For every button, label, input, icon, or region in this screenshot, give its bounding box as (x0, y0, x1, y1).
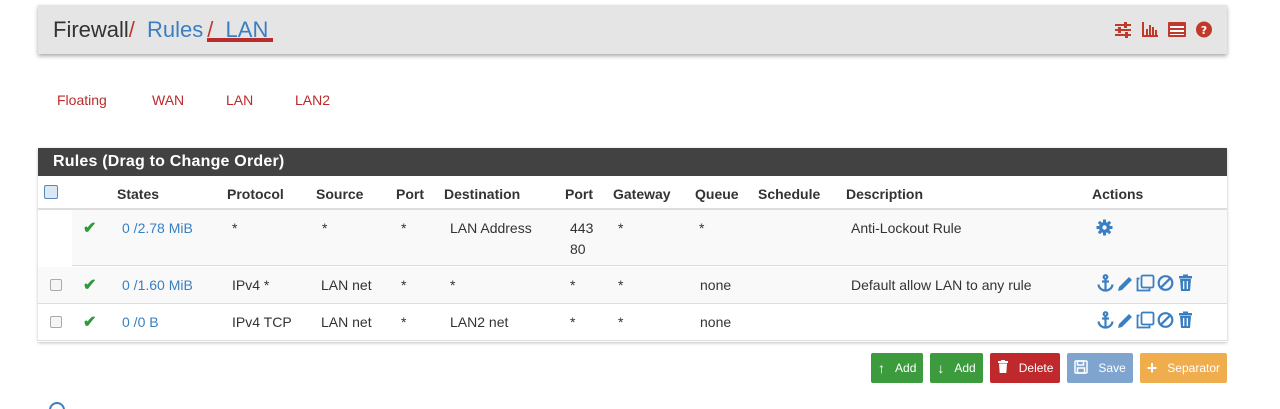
copy-icon[interactable] (1136, 274, 1155, 292)
queue-cell: none (700, 277, 732, 293)
disable-icon[interactable] (1156, 274, 1175, 292)
info-icon[interactable] (49, 402, 65, 409)
delete-button[interactable]: Delete (989, 353, 1061, 383)
dest-port-cell: * (570, 314, 576, 330)
panel-title: Rules (Drag to Change Order) (38, 148, 1227, 176)
col-dest-port: Port (565, 186, 593, 202)
save-label: Save (1098, 361, 1126, 375)
col-gateway: Gateway (613, 186, 671, 202)
dest-port-cell: 80 (570, 241, 586, 257)
floppy-icon (1074, 359, 1089, 377)
gateway-cell: * (618, 277, 624, 293)
add-bottom-button[interactable]: ↓ Add (930, 353, 983, 383)
states-link[interactable]: 0 /1.60 MiB (122, 277, 193, 293)
dest-port-cell: 443 (570, 220, 594, 236)
rules-panel: Rules (Drag to Change Order) States Prot… (38, 148, 1227, 342)
tab-lan2[interactable]: LAN2 (295, 92, 330, 108)
description-cell: Anti-Lockout Rule (851, 220, 962, 236)
breadcrumb-firewall: Firewall (53, 17, 129, 42)
row-actions (1096, 274, 1195, 292)
row-actions (1096, 219, 1115, 237)
delete-label: Delete (1018, 361, 1054, 375)
add-top-label: Add (895, 361, 917, 375)
protocol-cell: * (232, 220, 238, 236)
header-icons: ? (1114, 21, 1213, 38)
col-port: Port (396, 186, 424, 202)
arrow-up-icon: ↑ (878, 360, 886, 376)
enabled-check-icon: ✔ (83, 220, 97, 237)
enabled-check-icon: ✔ (83, 314, 97, 331)
table-row[interactable]: ✔ 0 /1.60 MiB IPv4 * LAN net * * * * non… (38, 267, 1227, 304)
col-protocol: Protocol (227, 186, 284, 202)
active-tab-indicator (207, 38, 273, 42)
enabled-check-icon: ✔ (83, 277, 97, 294)
col-queue: Queue (695, 186, 739, 202)
select-all-checkbox[interactable] (44, 185, 58, 199)
action-buttons: ↑ Add ↓ Add Delete Save + Separator (871, 353, 1227, 383)
row-select-checkbox[interactable] (50, 316, 62, 328)
queue-cell: none (700, 314, 732, 330)
breadcrumb-separator: / (128, 17, 135, 42)
port-cell: * (401, 277, 407, 293)
source-cell: LAN net (321, 314, 372, 330)
list-table-icon[interactable] (1168, 21, 1186, 38)
plus-icon: + (1146, 357, 1158, 378)
add-bottom-label: Add (954, 361, 976, 375)
anchor-icon[interactable] (1096, 311, 1115, 329)
add-top-button[interactable]: ↑ Add (871, 353, 924, 383)
table-header: States Protocol Source Port Destination … (38, 176, 1227, 210)
destination-cell: * (450, 277, 456, 293)
arrow-down-icon: ↓ (937, 360, 945, 376)
pencil-icon[interactable] (1116, 274, 1135, 292)
states-link[interactable]: 0 /2.78 MiB (122, 220, 193, 236)
source-cell: * (322, 220, 328, 236)
col-schedule: Schedule (758, 186, 821, 202)
svg-text:?: ? (1201, 24, 1207, 37)
queue-cell: * (699, 220, 705, 236)
table-row[interactable]: ✔ 0 /2.78 MiB * * * LAN Address 443 80 *… (38, 210, 1227, 266)
protocol-cell: IPv4 TCP (232, 314, 292, 330)
gear-icon[interactable] (1096, 219, 1115, 237)
pencil-icon[interactable] (1116, 311, 1135, 329)
tab-floating[interactable]: Floating (57, 92, 107, 108)
col-description: Description (846, 186, 924, 202)
trash-icon (997, 360, 1009, 376)
gateway-cell: * (618, 220, 624, 236)
states-link[interactable]: 0 /0 B (122, 314, 159, 330)
breadcrumb-rules[interactable]: Rules (147, 17, 203, 42)
protocol-cell: IPv4 * (232, 277, 270, 293)
page-header: Firewall/ Rules / LAN ? (38, 5, 1227, 54)
row-select-checkbox[interactable] (50, 279, 62, 291)
help-icon[interactable]: ? (1195, 21, 1213, 38)
destination-cell: LAN2 net (450, 314, 509, 330)
save-button[interactable]: Save (1067, 353, 1133, 383)
anchor-icon[interactable] (1096, 274, 1115, 292)
gateway-cell: * (618, 314, 624, 330)
dest-port-cell: * (570, 277, 576, 293)
port-cell: * (401, 314, 407, 330)
tab-lan[interactable]: LAN (226, 92, 253, 108)
tab-wan[interactable]: WAN (152, 92, 184, 108)
col-states: States (117, 186, 160, 202)
separator-button[interactable]: + Separator (1139, 353, 1227, 383)
port-cell: * (401, 220, 407, 236)
sliders-icon[interactable] (1114, 21, 1132, 38)
table-row[interactable]: ✔ 0 /0 B IPv4 TCP LAN net * LAN2 net * *… (38, 304, 1227, 341)
bar-chart-icon[interactable] (1141, 21, 1159, 38)
row-actions (1096, 311, 1195, 329)
trash-icon[interactable] (1176, 274, 1195, 292)
trash-icon[interactable] (1176, 311, 1195, 329)
col-destination: Destination (444, 186, 521, 202)
description-cell: Default allow LAN to any rule (851, 277, 1032, 293)
col-source: Source (316, 186, 364, 202)
separator-label: Separator (1167, 361, 1220, 375)
source-cell: LAN net (321, 277, 372, 293)
disable-icon[interactable] (1156, 311, 1175, 329)
destination-cell: LAN Address (450, 220, 532, 236)
copy-icon[interactable] (1136, 311, 1155, 329)
col-actions: Actions (1092, 186, 1144, 202)
